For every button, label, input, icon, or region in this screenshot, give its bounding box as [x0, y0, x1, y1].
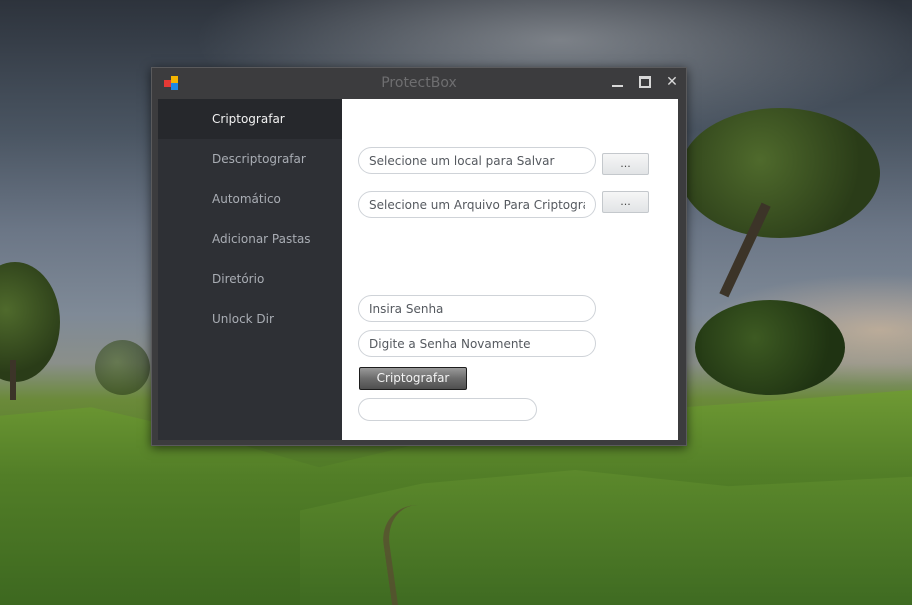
sidebar-item-label: Adicionar Pastas [212, 232, 311, 246]
browse-file-button[interactable]: ... [602, 191, 649, 213]
wallpaper-tree [680, 108, 880, 238]
browse-save-location-button[interactable]: ... [602, 153, 649, 175]
sidebar-item-automatico[interactable]: Automático [158, 179, 342, 219]
file-to-encrypt-input[interactable] [358, 191, 596, 218]
save-location-input[interactable] [358, 147, 596, 174]
encrypt-panel: ... ... Criptografar [342, 99, 678, 440]
sidebar-item-unlock-dir[interactable]: Unlock Dir [158, 299, 342, 339]
sidebar-item-descriptografar[interactable]: Descriptografar [158, 139, 342, 179]
minimize-icon [612, 85, 623, 87]
close-icon: ✕ [666, 74, 678, 90]
wallpaper-path [377, 505, 459, 605]
password-confirm-input[interactable] [358, 330, 596, 357]
sidebar-item-label: Diretório [212, 272, 265, 286]
wallpaper-tree-trunk [10, 360, 16, 400]
maximize-button[interactable] [635, 72, 655, 92]
encrypt-button[interactable]: Criptografar [359, 367, 467, 390]
sidebar-item-label: Automático [212, 192, 281, 206]
wallpaper-tree [0, 262, 60, 382]
status-field[interactable] [358, 398, 537, 421]
title-bar[interactable]: ProtectBox ✕ [152, 68, 686, 98]
wallpaper-tree [695, 300, 845, 395]
maximize-icon [639, 76, 651, 88]
app-window: ProtectBox ✕ Criptografar Descriptografa… [151, 67, 687, 446]
sidebar-item-adicionar-pastas[interactable]: Adicionar Pastas [158, 219, 342, 259]
sidebar: Criptografar Descriptografar Automático … [158, 99, 342, 440]
sidebar-item-label: Unlock Dir [212, 312, 274, 326]
window-title: ProtectBox [381, 75, 457, 91]
sidebar-item-label: Descriptografar [212, 152, 306, 166]
sidebar-item-label: Criptografar [212, 112, 285, 126]
sidebar-item-criptografar[interactable]: Criptografar [158, 99, 342, 139]
password-input[interactable] [358, 295, 596, 322]
minimize-button[interactable] [608, 72, 628, 92]
close-button[interactable]: ✕ [662, 72, 682, 92]
sidebar-item-diretorio[interactable]: Diretório [158, 259, 342, 299]
wallpaper-tree [95, 340, 150, 395]
